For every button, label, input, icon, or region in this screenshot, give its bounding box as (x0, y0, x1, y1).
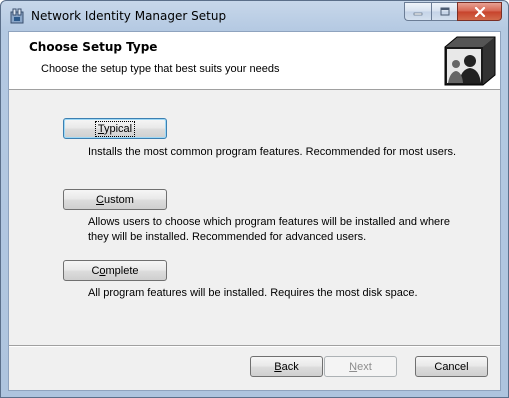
page-title: Choose Setup Type (29, 40, 158, 54)
typical-button[interactable]: Typical (63, 118, 167, 139)
minimize-button[interactable] (404, 2, 431, 21)
dialog-body: Choose Setup Type Choose the setup type … (8, 31, 501, 391)
installer-window: Network Identity Manager Setup Choose Se… (0, 0, 509, 398)
page-subtitle: Choose the setup type that best suits yo… (41, 63, 280, 75)
custom-button[interactable]: Custom (63, 189, 167, 210)
complete-button-label: Complete (91, 264, 139, 277)
window-title: Network Identity Manager Setup (31, 9, 227, 23)
window-controls (404, 2, 502, 21)
typical-description: Installs the most common program feature… (88, 146, 457, 158)
typical-button-label: Typical (94, 120, 136, 137)
close-button[interactable] (457, 2, 502, 21)
complete-description: All program features will be installed. … (88, 287, 418, 299)
cancel-button[interactable]: Cancel (415, 356, 488, 377)
footer-divider (9, 345, 500, 347)
back-button-label: Back (274, 360, 299, 373)
complete-button[interactable]: Complete (63, 260, 167, 281)
next-button-label: Next (349, 360, 372, 373)
custom-description: Allows users to choose which program fea… (88, 215, 488, 245)
setup-cube-icon (444, 36, 496, 86)
custom-description-line-1: Allows users to choose which program fea… (88, 216, 450, 228)
custom-description-line-2: they will be installed. Recommended for … (88, 231, 367, 243)
maximize-button[interactable] (431, 2, 457, 21)
installer-app-icon (10, 8, 24, 24)
maximize-icon (440, 7, 449, 16)
back-button[interactable]: Back (250, 356, 323, 377)
next-button[interactable]: Next (324, 356, 397, 377)
minimize-icon (413, 12, 423, 15)
custom-button-label: Custom (96, 193, 134, 206)
title-bar[interactable]: Network Identity Manager Setup (1, 1, 508, 31)
close-icon (474, 6, 485, 17)
header-banner: Choose Setup Type Choose the setup type … (9, 32, 500, 90)
cancel-button-label: Cancel (434, 360, 469, 373)
